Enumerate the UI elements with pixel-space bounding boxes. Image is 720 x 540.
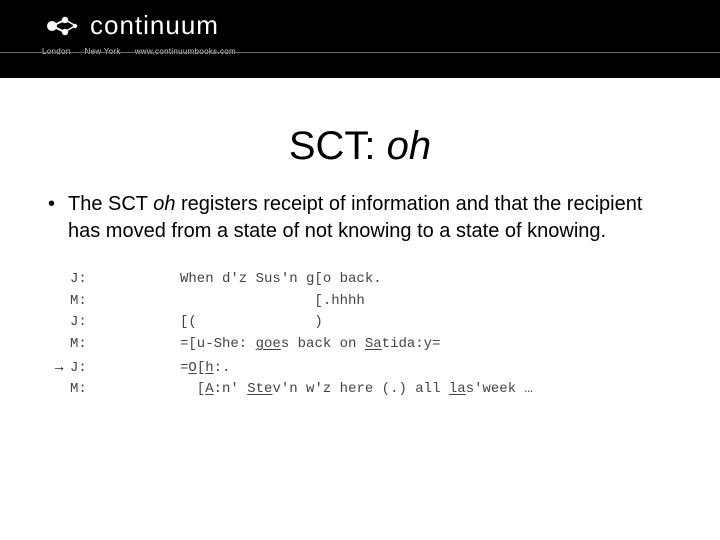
- utterance-text: When d'z Sus'n g[o back.: [180, 269, 720, 291]
- transcript-row: M:=[u-She: goes back on Satida:y=: [52, 334, 720, 356]
- speaker-label: M:: [70, 334, 180, 356]
- transcript-block: J:When d'z Sus'n g[o back.M: [.hhhhJ:[( …: [52, 269, 720, 401]
- brand: continuum: [0, 0, 720, 41]
- header-subline: London New York www.continuumbooks.com: [0, 41, 720, 56]
- utterance-text: =[u-She: goes back on Satida:y=: [180, 334, 720, 356]
- bullet-marker: •: [48, 191, 68, 245]
- speaker-label: J:: [70, 312, 180, 334]
- utterance-text: =O[h:.: [180, 358, 720, 380]
- bullet-italic: oh: [153, 193, 175, 215]
- continuum-logo-icon: [42, 11, 80, 41]
- arrow-icon: →: [52, 356, 70, 378]
- bullet-list: • The SCT oh registers receipt of inform…: [48, 191, 660, 245]
- speaker-label: M:: [70, 291, 180, 313]
- transcript-row: M: [A:n' Stev'n w'z here (.) all las'wee…: [52, 379, 720, 401]
- transcript-row: →J:=O[h:.: [52, 356, 720, 380]
- utterance-text: [( ): [180, 312, 720, 334]
- utterance-text: [A:n' Stev'n w'z here (.) all las'week …: [180, 379, 720, 401]
- brand-name: continuum: [90, 10, 219, 41]
- speaker-label: M:: [70, 379, 180, 401]
- transcript-row: M: [.hhhh: [52, 291, 720, 313]
- slide: continuum London New York www.continuumb…: [0, 0, 720, 540]
- utterance-text: [.hhhh: [180, 291, 720, 313]
- speaker-label: J:: [70, 358, 180, 380]
- header-bar: continuum London New York www.continuumb…: [0, 0, 720, 78]
- slide-title: SCT: oh: [0, 124, 720, 169]
- bullet-text: The SCT oh registers receipt of informat…: [68, 191, 660, 245]
- title-prefix: SCT:: [289, 124, 387, 168]
- speaker-label: J:: [70, 269, 180, 291]
- transcript-row: J:[( ): [52, 312, 720, 334]
- header-divider: [0, 52, 720, 53]
- bullet-pre: The SCT: [68, 193, 153, 215]
- transcript-row: J:When d'z Sus'n g[o back.: [52, 269, 720, 291]
- title-italic: oh: [387, 124, 432, 168]
- bullet-item: • The SCT oh registers receipt of inform…: [48, 191, 660, 245]
